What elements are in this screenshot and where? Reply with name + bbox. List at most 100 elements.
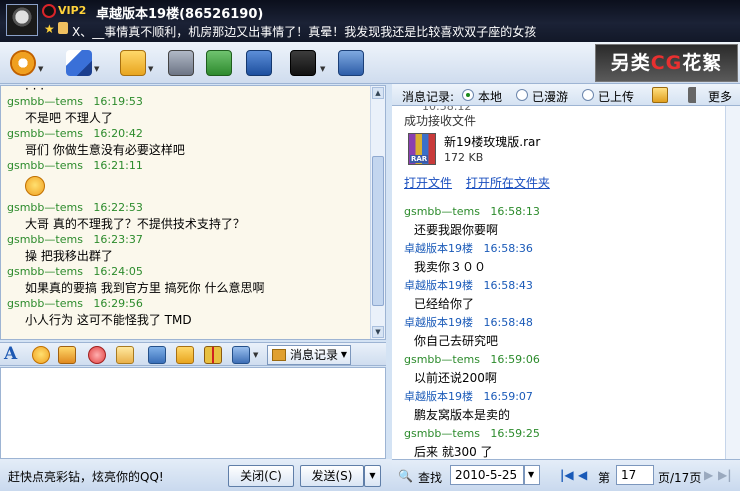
- chevron-down-icon[interactable]: ▼: [253, 352, 259, 359]
- emoji-icon[interactable]: [32, 346, 50, 364]
- open-folder-link[interactable]: 打开所在文件夹: [466, 176, 550, 190]
- scroll-up-icon[interactable]: ▲: [372, 87, 384, 99]
- send-file-icon[interactable]: [120, 50, 146, 76]
- radio-uploaded-label[interactable]: 已上传: [598, 88, 634, 105]
- message-text: 还要我跟你要啊: [414, 223, 499, 237]
- last-page-icon[interactable]: ▶|: [718, 468, 732, 482]
- chevron-down-icon[interactable]: ▼: [320, 66, 326, 73]
- file-attachment[interactable]: RAR 新19楼玫瑰版.rar 172 KB: [404, 131, 724, 171]
- record-scrollbar[interactable]: [725, 106, 740, 459]
- message-header: gsmbb—tems 16:22:53: [7, 201, 143, 214]
- voice-call-icon[interactable]: [66, 50, 92, 76]
- angry-emoji-icon: [25, 176, 45, 196]
- page-total: 页/17页: [658, 471, 702, 485]
- message-header: gsmbb—tems 16:59:25: [404, 427, 540, 440]
- font-icon[interactable]: A: [4, 344, 17, 364]
- file-name: 新19楼玫瑰版.rar: [444, 135, 541, 149]
- record-list: 10:58:12 成功接收文件 RAR 新19楼玫瑰版.rar 172 KB 打…: [404, 106, 724, 459]
- record-message: 卓越版本19楼 16:58:43 已经给你了: [404, 277, 724, 314]
- shake-icon[interactable]: [116, 346, 134, 364]
- main-toolbar: ▼ ▼ ▼ ▼ 另类CG花絮: [0, 42, 740, 84]
- record-message: 卓越版本19楼 16:59:07 鹏友窝版本是卖的: [404, 388, 724, 425]
- chevron-down-icon[interactable]: ▼: [94, 66, 100, 73]
- first-page-icon[interactable]: |◀: [560, 468, 574, 482]
- record-message: gsmbb—tems 16:59:06 以前还说200啊: [404, 351, 724, 388]
- history-message: gsmbb—tems 16:23:37 操 把我移出群了: [7, 232, 367, 264]
- star-icon: ★: [44, 22, 55, 36]
- history-message: gsmbb—tems 16:22:53 大哥 真的不理我了？不提供技术支持了？: [7, 200, 367, 232]
- qq-chat-window: VIP2 卓越版本19楼(86526190) ★ X、__事情真不顺利，机房那边…: [0, 0, 740, 491]
- message-text: 以前还说200啊: [414, 371, 497, 385]
- message-input[interactable]: [0, 367, 386, 459]
- video-call-icon[interactable]: [10, 50, 36, 76]
- games-icon[interactable]: [290, 50, 316, 76]
- file-received-text: 成功接收文件: [404, 114, 477, 128]
- qq-penguin-icon: [42, 4, 56, 18]
- message-text: 鹏友窝版本是卖的: [414, 408, 511, 422]
- message-text: 已经给你了: [414, 297, 475, 311]
- create-group-icon[interactable]: [206, 50, 232, 76]
- history-scrollbar[interactable]: ▲ ▼: [370, 86, 385, 339]
- prev-page-icon[interactable]: ◀: [578, 468, 587, 482]
- contact-avatar[interactable]: [6, 4, 38, 36]
- record-header: 消息记录: 本地 已漫游 已上传 更多: [392, 84, 740, 106]
- message-text: 我卖你３００: [414, 260, 487, 274]
- apps-icon[interactable]: [338, 50, 364, 76]
- page-number-field[interactable]: 17: [616, 465, 654, 485]
- search-link[interactable]: 查找: [418, 469, 442, 486]
- record-panel[interactable]: 10:58:12 成功接收文件 RAR 新19楼玫瑰版.rar 172 KB 打…: [392, 106, 740, 459]
- record-message: 卓越版本19楼 16:58:36 我卖你３００: [404, 240, 724, 277]
- upload-icon[interactable]: [652, 87, 668, 103]
- chevron-down-icon[interactable]: ▼: [148, 66, 154, 73]
- ad-banner[interactable]: 另类CG花絮: [595, 44, 738, 82]
- message-text: 大哥 真的不理我了？不提供技术支持了？: [25, 217, 245, 231]
- magic-face-icon[interactable]: [58, 346, 76, 364]
- radio-local[interactable]: [462, 89, 474, 101]
- message-text: 后来 就300 了: [414, 445, 493, 459]
- date-dropdown-button[interactable]: ▼: [524, 465, 540, 485]
- scroll-thumb[interactable]: [372, 156, 384, 306]
- chat-history[interactable]: · · · gsmbb—tems 16:19:53 不是吧 不理人了 gsmbb…: [0, 85, 386, 340]
- contact-signature: X、__事情真不顺利，机房那边又出事情了！真晕！我发现我还是比较喜欢双子座的女孩: [72, 25, 537, 39]
- music-icon[interactable]: [176, 346, 194, 364]
- message-header: 卓越版本19楼 16:58:36: [404, 242, 533, 255]
- message-header: gsmbb—tems 16:19:53: [7, 95, 143, 108]
- open-file-link[interactable]: 打开文件: [404, 176, 452, 190]
- contact-name: 卓越版本19楼(86526190): [96, 7, 264, 22]
- speaker-icon[interactable]: [688, 87, 704, 103]
- chevron-down-icon: ▼: [340, 350, 347, 359]
- message-header: 卓越版本19楼 16:58:43: [404, 279, 533, 292]
- close-button[interactable]: 关闭(C): [228, 465, 294, 487]
- rar-file-icon: RAR: [408, 133, 436, 165]
- sms-icon[interactable]: [168, 50, 194, 76]
- send-options-button[interactable]: ▼: [364, 465, 381, 487]
- truncated-line: · · ·: [25, 85, 45, 96]
- message-record-button[interactable]: 消息记录 ▼: [267, 345, 351, 365]
- doodle-icon[interactable]: [88, 346, 106, 364]
- chat-history-list: · · · gsmbb—tems 16:19:53 不是吧 不理人了 gsmbb…: [7, 86, 367, 328]
- radio-local-label[interactable]: 本地: [478, 88, 502, 105]
- vip-badge[interactable]: VIP2: [58, 4, 86, 17]
- record-message: gsmbb—tems 16:59:25 后来 就300 了: [404, 425, 724, 459]
- date-field[interactable]: 2010-5-25: [450, 465, 524, 485]
- scroll-down-icon[interactable]: ▼: [372, 326, 384, 338]
- remote-assist-icon[interactable]: [246, 50, 272, 76]
- next-page-icon[interactable]: ▶: [704, 468, 713, 482]
- search-icon[interactable]: 🔍: [398, 469, 413, 483]
- gift-icon[interactable]: [204, 346, 222, 364]
- radio-uploaded[interactable]: [582, 89, 594, 101]
- radio-roamed-label[interactable]: 已漫游: [532, 88, 568, 105]
- message-text: 操 把我移出群了: [25, 249, 113, 263]
- chevron-down-icon[interactable]: ▼: [38, 66, 44, 73]
- more-link[interactable]: 更多: [708, 88, 732, 105]
- message-header: gsmbb—tems 16:21:11: [7, 159, 143, 172]
- message-header: gsmbb—tems 16:24:05: [7, 265, 143, 278]
- promo-link[interactable]: 赶快点亮彩钻，炫亮你的QQ!: [8, 468, 164, 485]
- history-message: gsmbb—tems 16:21:11: [7, 158, 367, 200]
- radio-roamed[interactable]: [516, 89, 528, 101]
- record-icon: [272, 349, 286, 361]
- send-button[interactable]: 发送(S): [300, 465, 364, 487]
- screenshot-icon[interactable]: [232, 346, 250, 364]
- image-icon[interactable]: [148, 346, 166, 364]
- input-toolbar: A ▼ 消息记录 ▼: [0, 342, 386, 366]
